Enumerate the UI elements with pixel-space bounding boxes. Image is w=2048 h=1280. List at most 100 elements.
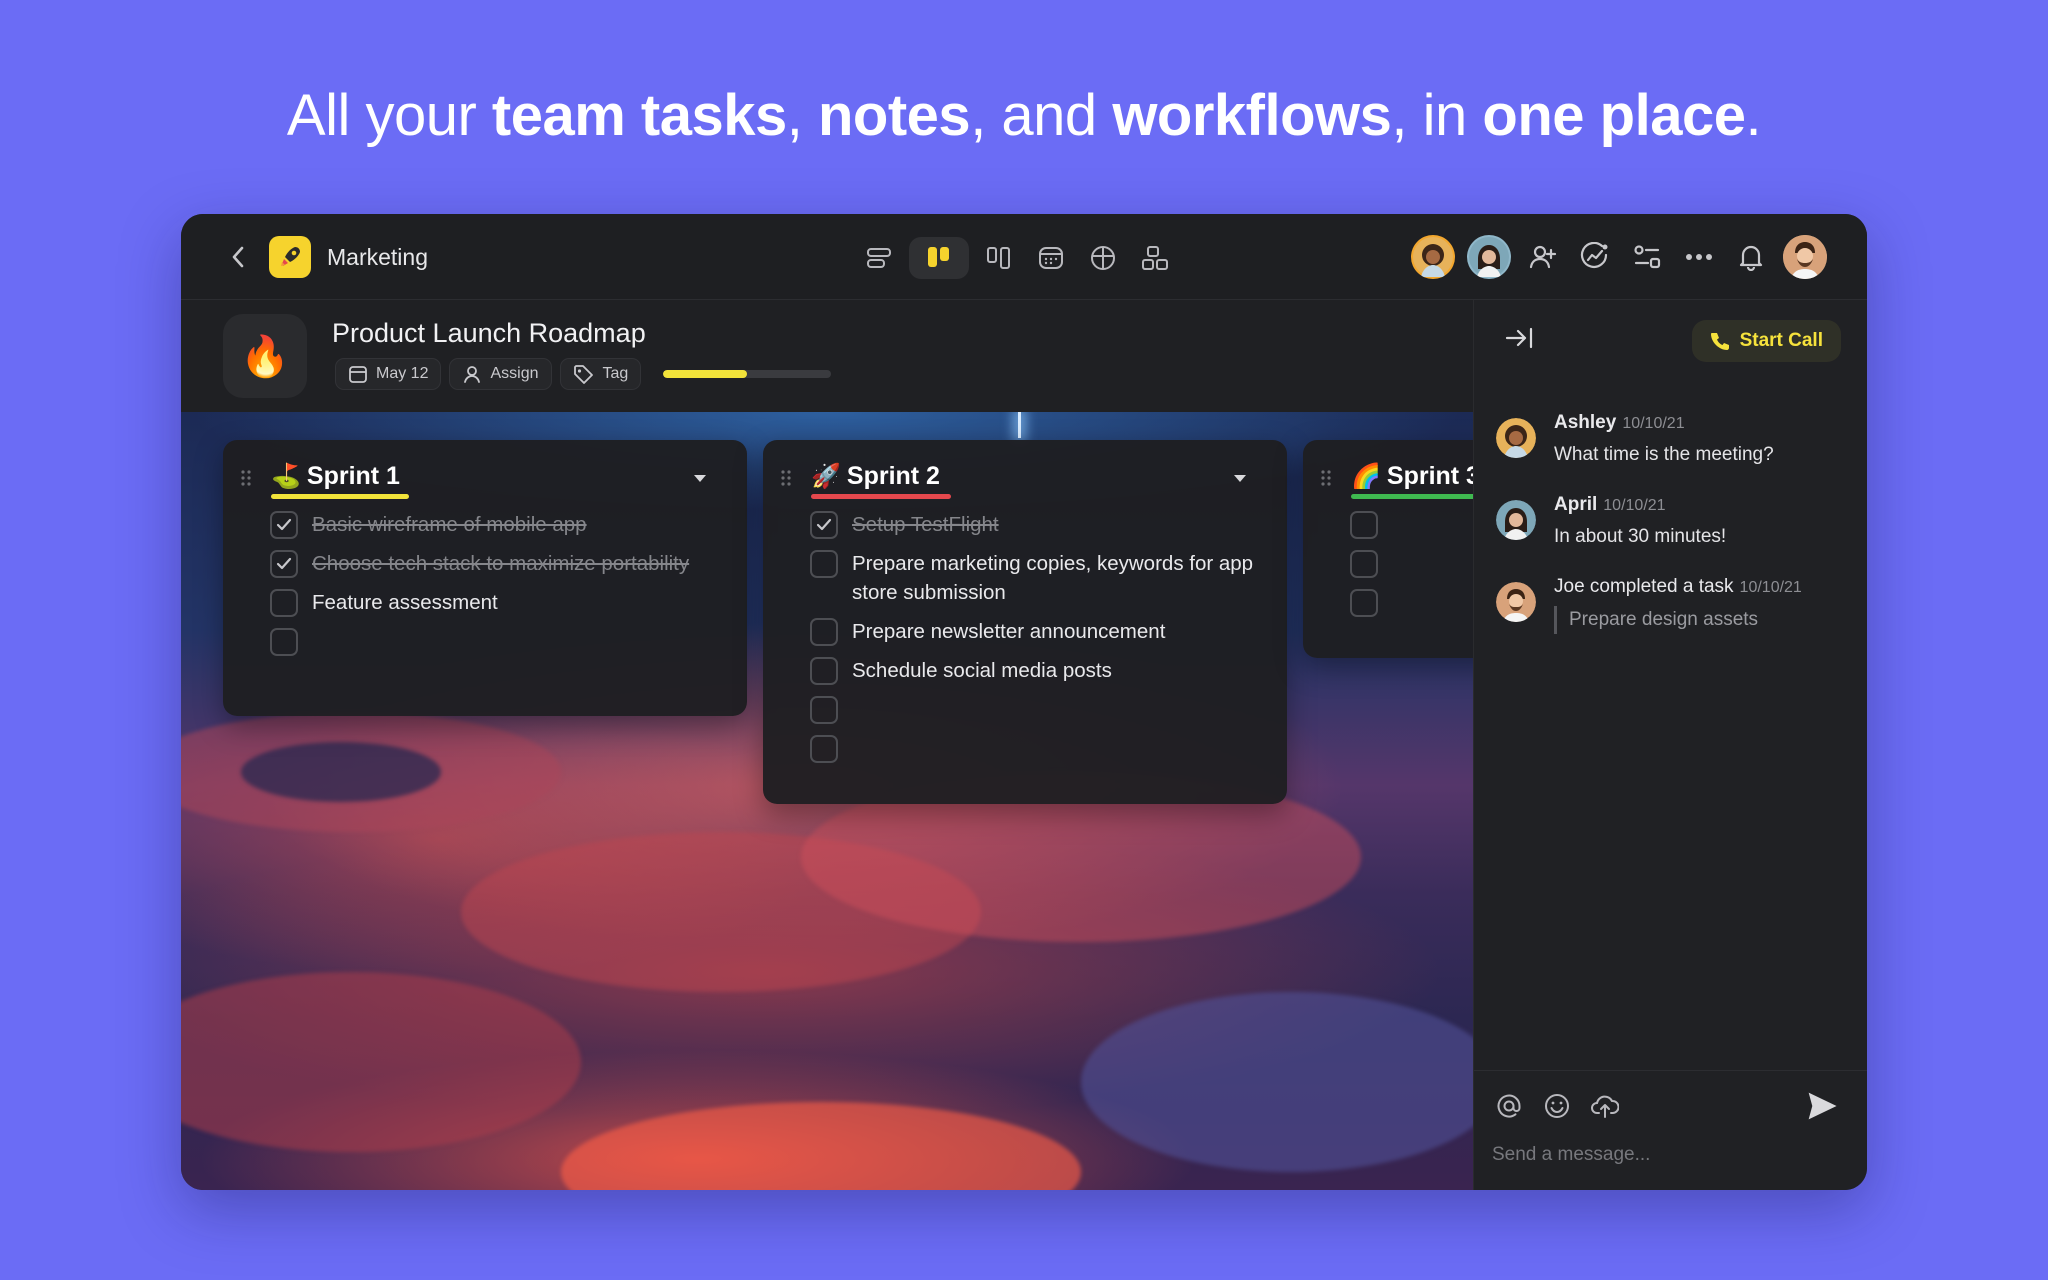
message-composer <box>1474 1070 1867 1190</box>
project-progress-bar <box>663 370 832 378</box>
task-checkbox[interactable] <box>1350 550 1378 578</box>
task-checkbox[interactable] <box>810 657 838 685</box>
sprint-header: ⛳ Sprint 1 <box>223 440 747 500</box>
sprint-underline <box>271 494 409 499</box>
marketing-headline: All your team tasks, notes, and workflow… <box>286 83 1762 148</box>
sprint-header: 🚀 Sprint 2 <box>763 440 1287 500</box>
more-icon[interactable] <box>1679 237 1719 277</box>
task-checkbox[interactable] <box>810 511 838 539</box>
message-author: April 10/10/21 <box>1554 494 1666 515</box>
check-icon <box>816 518 832 531</box>
list-view-icon[interactable] <box>857 237 901 279</box>
activity-icon[interactable] <box>1575 237 1615 277</box>
progress-fill <box>663 370 748 378</box>
task-text[interactable]: Basic wireframe of mobile app <box>312 510 587 539</box>
completed-task-quote[interactable]: Prepare design assets <box>1554 606 1758 634</box>
bell-icon[interactable] <box>1731 237 1771 277</box>
rocket-icon[interactable] <box>269 236 311 278</box>
rocket-icon: 🚀 <box>811 463 841 490</box>
start-call-button[interactable]: Start Call <box>1691 320 1841 362</box>
avatar[interactable] <box>1496 500 1536 540</box>
sprint-title-text: Sprint 3 <box>1386 462 1473 490</box>
task-checkbox[interactable] <box>270 628 298 656</box>
sprint-title[interactable]: ⛳ Sprint 1 <box>271 462 400 491</box>
fire-icon[interactable]: 🔥 <box>223 314 307 398</box>
avatar[interactable] <box>1496 582 1536 622</box>
sprint-underline <box>811 494 951 499</box>
background-cloud <box>241 742 441 802</box>
columns-view-icon[interactable] <box>977 237 1021 279</box>
task-checkbox[interactable] <box>810 618 838 646</box>
message-author: Joe completed a task 10/10/21 <box>1554 576 1802 597</box>
message-input[interactable] <box>1492 1137 1832 1173</box>
due-date-chip[interactable]: May 12 <box>335 358 442 390</box>
task-text[interactable]: Setup TestFlight <box>852 510 999 539</box>
drag-handle-icon[interactable] <box>781 470 791 486</box>
top-bar: Marketing <box>181 214 1867 300</box>
message-time: 10/10/21 <box>1739 579 1802 596</box>
task-text[interactable]: Prepare marketing copies, keywords for a… <box>852 549 1267 607</box>
calendar-view-icon[interactable] <box>1029 237 1073 279</box>
task-checkbox[interactable] <box>270 589 298 617</box>
board-view-icon[interactable] <box>909 237 969 279</box>
message-author: Ashley 10/10/21 <box>1554 412 1685 433</box>
sprint-title-text: Sprint 1 <box>306 462 400 490</box>
task-checkbox[interactable] <box>810 550 838 578</box>
drag-handle-icon[interactable] <box>1321 470 1331 486</box>
send-icon[interactable] <box>1805 1089 1839 1123</box>
tag-chip[interactable]: Tag <box>559 358 642 390</box>
task-text[interactable]: Prepare newsletter announcement <box>852 617 1165 646</box>
upload-icon[interactable] <box>1588 1089 1622 1123</box>
collapse-panel-icon[interactable] <box>1504 326 1534 350</box>
avatar[interactable] <box>1467 235 1511 279</box>
assign-chip[interactable]: Assign <box>449 358 552 390</box>
task-item <box>1350 549 1473 578</box>
task-checkbox[interactable] <box>270 511 298 539</box>
task-checkbox[interactable] <box>270 550 298 578</box>
message-text: What time is the meeting? <box>1554 444 1774 465</box>
sprint-card-1: ⛳ Sprint 1 Basic wireframe of mobile app… <box>223 440 747 716</box>
user-avatar[interactable] <box>1783 235 1827 279</box>
drag-handle-icon[interactable] <box>241 470 251 486</box>
avatar[interactable] <box>1411 235 1455 279</box>
sprint-card-3: 🌈 Sprint 3 <box>1303 440 1473 658</box>
task-checkbox[interactable] <box>1350 511 1378 539</box>
mention-icon[interactable] <box>1492 1089 1526 1123</box>
workspace-name[interactable]: Marketing <box>327 244 428 271</box>
tag-icon <box>573 365 593 384</box>
task-text[interactable]: Feature assessment <box>312 588 498 617</box>
project-header: 🔥 Product Launch Roadmap May 12 Assign T… <box>181 300 1473 412</box>
sprint-title[interactable]: 🚀 Sprint 2 <box>811 462 940 491</box>
caret-down-icon[interactable] <box>693 474 707 483</box>
project-title[interactable]: Product Launch Roadmap <box>332 318 646 349</box>
start-call-label: Start Call <box>1739 330 1823 351</box>
automations-icon[interactable] <box>1627 237 1667 277</box>
sprint-title[interactable]: 🌈 Sprint 3 <box>1351 462 1473 491</box>
message-text: In about 30 minutes! <box>1554 526 1727 547</box>
table-view-icon[interactable] <box>1081 237 1125 279</box>
chevron-left-icon <box>232 246 244 268</box>
task-checkbox[interactable] <box>810 696 838 724</box>
task-item: Basic wireframe of mobile app <box>270 510 727 539</box>
project-meta: May 12 Assign Tag <box>335 358 832 390</box>
task-checkbox[interactable] <box>810 735 838 763</box>
back-button[interactable] <box>223 242 253 272</box>
sprint-card-2: 🚀 Sprint 2 Setup TestFlight Prepare mark… <box>763 440 1287 804</box>
emoji-icon[interactable] <box>1540 1089 1574 1123</box>
task-checkbox[interactable] <box>1350 589 1378 617</box>
task-item: Feature assessment <box>270 588 727 617</box>
tag-label: Tag <box>602 365 629 382</box>
task-text[interactable]: Choose tech stack to maximize portabilit… <box>312 549 689 578</box>
caret-down-icon[interactable] <box>1233 474 1247 483</box>
widgets-view-icon[interactable] <box>1133 237 1177 279</box>
task-text[interactable]: Schedule social media posts <box>852 656 1112 685</box>
person-icon <box>464 366 481 383</box>
avatar[interactable] <box>1496 418 1536 458</box>
task-item <box>810 695 1267 724</box>
chat-message: Ashley 10/10/21 What time is the meeting? <box>1496 412 1846 472</box>
chat-message: April 10/10/21 In about 30 minutes! <box>1496 494 1846 554</box>
add-member-icon[interactable] <box>1523 237 1563 277</box>
task-item <box>810 734 1267 763</box>
task-item <box>1350 510 1473 539</box>
check-icon <box>276 518 292 531</box>
